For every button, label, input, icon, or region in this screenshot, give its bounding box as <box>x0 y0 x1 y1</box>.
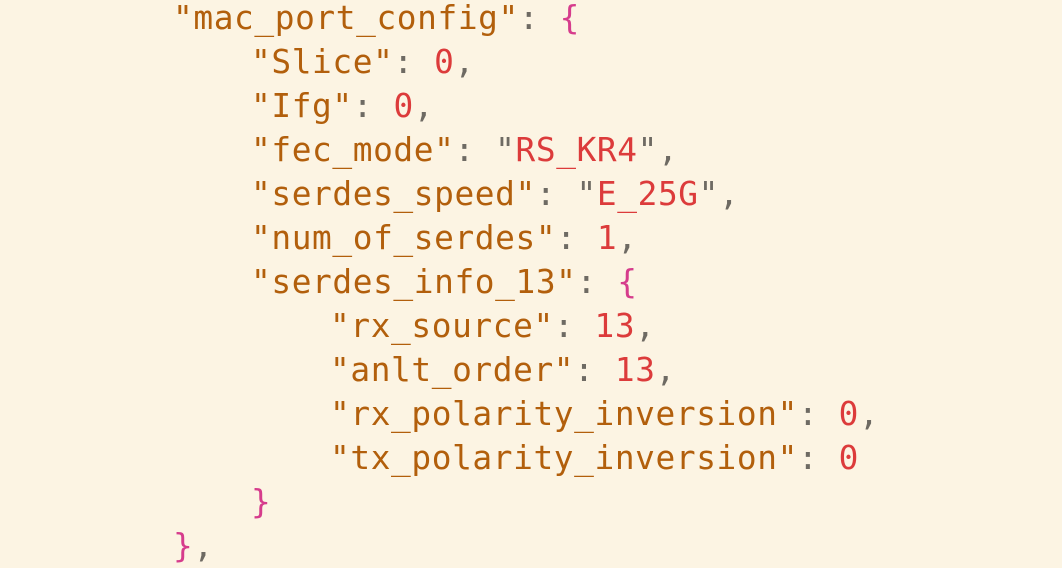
json-punctuation: : <box>393 43 435 81</box>
json-string-value: RS_KR4 <box>515 131 638 169</box>
code-line: }, <box>173 524 214 568</box>
json-number-value: 13 <box>614 351 656 389</box>
code-line: } <box>251 480 271 524</box>
json-number-value: 0 <box>838 439 860 477</box>
json-brace: { <box>559 0 580 37</box>
code-line: "num_of_serdes": 1, <box>251 216 638 260</box>
json-punctuation: , <box>413 87 435 125</box>
code-line: "rx_source": 13, <box>330 304 656 348</box>
json-number-value: 0 <box>434 43 455 81</box>
json-punctuation: : <box>535 175 577 213</box>
json-punctuation: , <box>635 307 656 345</box>
json-punctuation: : <box>454 131 496 169</box>
json-number-value: 0 <box>393 87 414 125</box>
json-key: "fec_mode" <box>251 131 455 169</box>
json-punctuation: : <box>556 219 597 257</box>
json-key: "serdes_info_13" <box>251 263 577 301</box>
json-number-value: 0 <box>838 395 860 433</box>
code-line: "serdes_info_13": { <box>251 260 638 304</box>
json-punctuation: : <box>553 307 595 345</box>
json-punctuation: ", <box>637 131 679 169</box>
json-key: "Ifg" <box>251 87 353 125</box>
json-key: "mac_port_config" <box>173 0 519 37</box>
json-brace: { <box>617 263 638 301</box>
json-number-value: 13 <box>594 307 636 345</box>
json-punctuation: " <box>495 131 516 169</box>
code-line: "fec_mode": "RS_KR4", <box>251 128 678 172</box>
json-punctuation: : <box>352 87 394 125</box>
json-punctuation: : <box>576 263 618 301</box>
json-punctuation: , <box>193 527 214 565</box>
code-editor[interactable]: "mac_port_config": {"Slice": 0, "Ifg": 0,… <box>0 0 1062 568</box>
json-brace: } <box>251 483 272 521</box>
json-key: "Slice" <box>251 43 394 81</box>
json-punctuation: : <box>797 395 839 433</box>
code-line: "mac_port_config": { <box>173 0 580 40</box>
json-key: "anlt_order" <box>330 351 575 389</box>
json-punctuation: , <box>859 395 880 433</box>
json-punctuation: , <box>655 351 676 389</box>
json-punctuation: : <box>518 0 560 37</box>
json-punctuation: ", <box>698 175 740 213</box>
json-key: "num_of_serdes" <box>251 219 557 257</box>
json-key: "rx_source" <box>330 307 554 345</box>
code-line: "tx_polarity_inversion": 0 <box>330 436 859 480</box>
json-key: "serdes_speed" <box>251 175 536 213</box>
json-key: "rx_polarity_inversion" <box>330 395 798 433</box>
code-line: "anlt_order": 13, <box>330 348 676 392</box>
json-string-value: E_25G <box>596 175 699 213</box>
code-line: "serdes_speed": "E_25G", <box>251 172 739 216</box>
json-punctuation: , <box>454 43 475 81</box>
json-punctuation: , <box>617 219 638 257</box>
code-line: "rx_polarity_inversion": 0, <box>330 392 879 436</box>
json-number-value: 1 <box>596 219 618 257</box>
json-key: "tx_polarity_inversion" <box>330 439 798 477</box>
json-punctuation: : <box>797 439 839 477</box>
json-punctuation: " <box>576 175 597 213</box>
code-line: "Slice": 0, <box>251 40 475 84</box>
code-line: "Ifg": 0, <box>251 84 434 128</box>
json-brace: } <box>173 527 194 565</box>
json-punctuation: : <box>574 351 615 389</box>
